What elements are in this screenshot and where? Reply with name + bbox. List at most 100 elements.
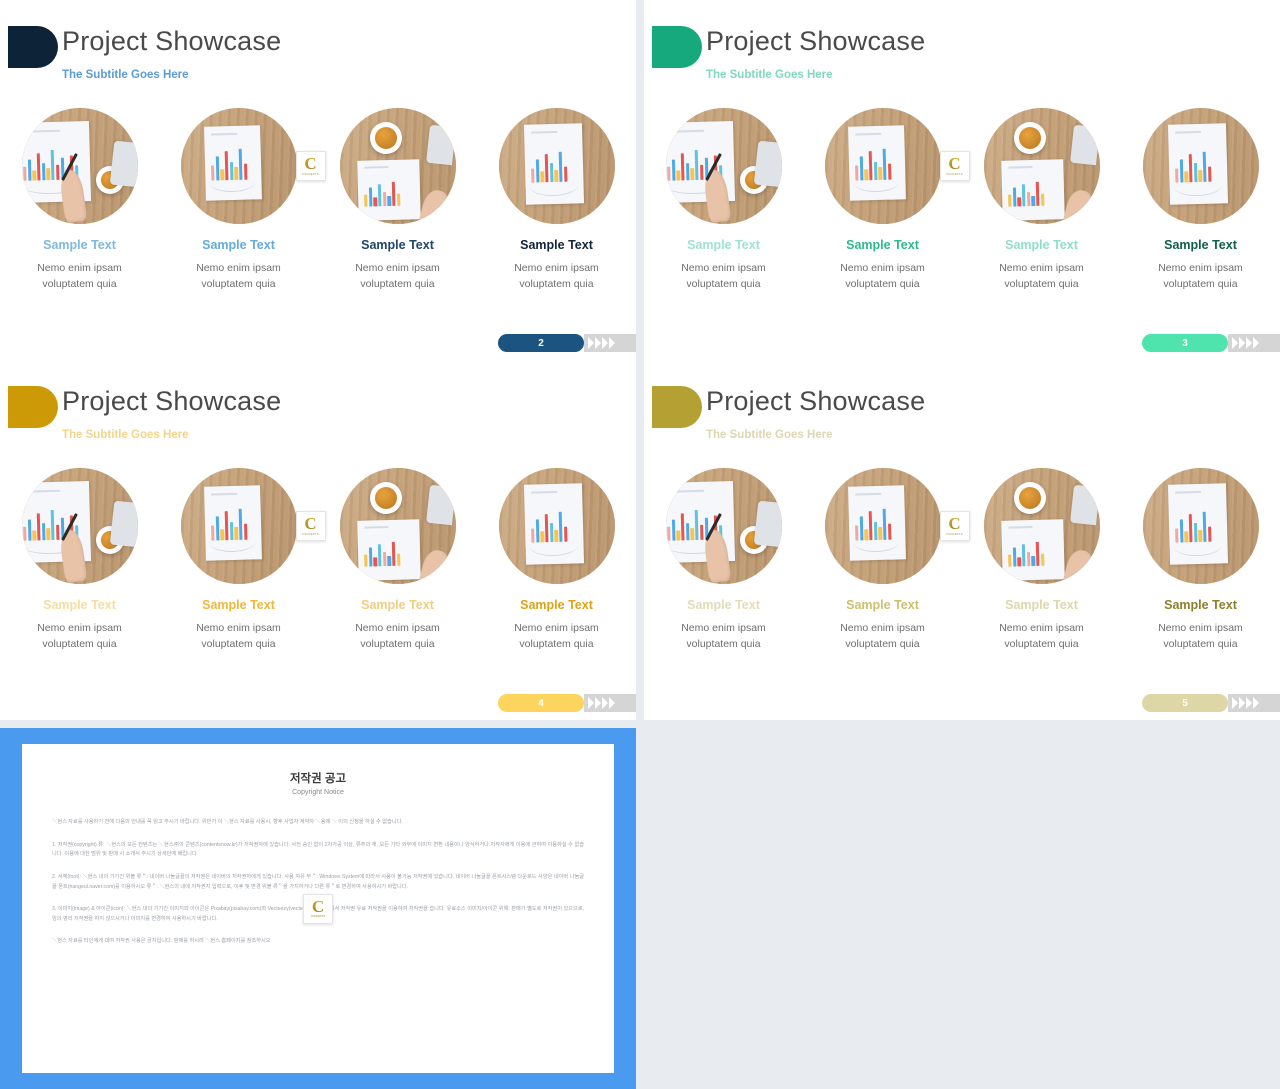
desc-line-1: Nemo enim ipsam	[37, 262, 122, 274]
brand-logo-badge: C CONCEPTS	[939, 151, 970, 181]
page-title: Project Showcase	[62, 26, 282, 56]
brand-logo-badge: C CONCEPTS	[939, 511, 970, 541]
desc-line-2: voluptatem quia	[1004, 638, 1079, 651]
item-description: Nemo enim ipsam voluptatem quia	[1130, 260, 1272, 293]
page-number-badge: 5	[1142, 694, 1228, 712]
slide-thumbnail-3[interactable]: Project Showcase The Subtitle Goes Here …	[644, 0, 1280, 360]
desc-line-2: voluptatem quia	[201, 278, 276, 291]
page-subtitle: The Subtitle Goes Here	[62, 69, 189, 81]
desc-line-2: voluptatem quia	[519, 278, 594, 291]
slide-thumbnail-4[interactable]: Project Showcase The Subtitle Goes Here …	[0, 360, 636, 720]
showcase-item[interactable]: Sample Text Nemo enim ipsam voluptatem q…	[971, 468, 1113, 653]
chevron-decoration-icon	[1228, 694, 1280, 712]
item-description: Nemo enim ipsam voluptatem quia	[168, 260, 310, 293]
photo-desk-coffee	[339, 468, 456, 584]
desc-line-1: Nemo enim ipsam	[355, 622, 440, 634]
brand-logo-badge: C CONCEPTS	[295, 511, 326, 541]
copyright-title-en: Copyright Notice	[292, 789, 344, 796]
showcase-items-row: Sample Text Nemo enim ipsam voluptatem q…	[0, 468, 636, 653]
desc-line-2: voluptatem quia	[686, 278, 761, 291]
page-title: Project Showcase	[62, 386, 282, 416]
desc-line-2: voluptatem quia	[1004, 278, 1079, 291]
item-label: Sample Text	[1005, 238, 1078, 252]
photo-desk-chart-hand	[665, 468, 782, 584]
showcase-item[interactable]: Sample Text Nemo enim ipsam voluptatem q…	[971, 108, 1113, 293]
desc-line-2: voluptatem quia	[845, 638, 920, 651]
copyright-document: 저작권 공고 Copyright Notice ＼현스 자료를 사용하기 전에 …	[22, 744, 614, 1073]
desc-line-2: voluptatem quia	[519, 638, 594, 651]
photo-desk-chart-paper	[180, 108, 297, 224]
desc-line-1: Nemo enim ipsam	[681, 622, 766, 634]
copyright-title-ko: 저작권 공고	[289, 773, 347, 785]
logo-wordmark: CONCEPTS	[302, 532, 319, 536]
item-description: Nemo enim ipsam voluptatem quia	[327, 620, 469, 653]
desc-line-1: Nemo enim ipsam	[514, 622, 599, 634]
photo-desk-chart-paper	[824, 108, 941, 224]
showcase-items-row: Sample Text Nemo enim ipsam voluptatem q…	[644, 108, 1280, 293]
desc-line-1: Nemo enim ipsam	[1158, 262, 1243, 274]
item-description: Nemo enim ipsam voluptatem quia	[486, 620, 628, 653]
desc-line-2: voluptatem quia	[360, 278, 435, 291]
photo-desk-chart-plain	[1142, 108, 1259, 224]
showcase-item[interactable]: Sample Text Nemo enim ipsam voluptatem q…	[168, 468, 326, 653]
photo-desk-chart-paper	[824, 468, 941, 584]
desc-line-2: voluptatem quia	[845, 278, 920, 291]
slide-header: Project Showcase The Subtitle Goes Here	[0, 0, 636, 92]
page-subtitle: The Subtitle Goes Here	[706, 69, 833, 81]
desc-line-1: Nemo enim ipsam	[999, 622, 1084, 634]
item-description: Nemo enim ipsam voluptatem quia	[168, 620, 310, 653]
showcase-item[interactable]: Sample Text Nemo enim ipsam voluptatem q…	[9, 108, 151, 293]
showcase-item[interactable]: Sample Text Nemo enim ipsam voluptatem q…	[327, 108, 469, 293]
logo-wordmark: CONCEPTS	[302, 172, 319, 176]
copyright-paragraph: ＼현스 자료를 타인에게 대여 저작권 사용은 금지입니다. 판매를 하시려 ＼…	[52, 938, 271, 945]
slide-header: Project Showcase The Subtitle Goes Here	[644, 360, 1280, 452]
desc-line-1: Nemo enim ipsam	[1158, 622, 1243, 634]
showcase-item[interactable]: Sample Text Nemo enim ipsam voluptatem q…	[168, 108, 326, 293]
desc-line-2: voluptatem quia	[42, 638, 117, 651]
item-label: Sample Text	[361, 238, 434, 252]
showcase-item[interactable]: Sample Text Nemo enim ipsam voluptatem q…	[812, 108, 970, 293]
copyright-paragraph: 2. 서체(font): ＼현스 내의 기기간 위블 류＂: 네이버 나눔글꼴의…	[52, 873, 584, 890]
desc-line-1: Nemo enim ipsam	[37, 622, 122, 634]
showcase-item[interactable]: Sample Text Nemo enim ipsam voluptatem q…	[653, 108, 795, 293]
photo-desk-chart-hand	[21, 108, 138, 224]
item-description: Nemo enim ipsam voluptatem quia	[1130, 620, 1272, 653]
item-description: Nemo enim ipsam voluptatem quia	[812, 260, 954, 293]
item-description: Nemo enim ipsam voluptatem quia	[9, 260, 151, 293]
item-description: Nemo enim ipsam voluptatem quia	[486, 260, 628, 293]
copyright-body: ＼현스 자료를 사용하기 전에 다음의 안내를 꼭 읽고 주시기 바랍니다. 위…	[52, 818, 584, 947]
showcase-item[interactable]: Sample Text Nemo enim ipsam voluptatem q…	[653, 468, 795, 653]
photo-desk-coffee	[339, 108, 456, 224]
item-label: Sample Text	[846, 238, 919, 252]
showcase-items-row: Sample Text Nemo enim ipsam voluptatem q…	[0, 108, 636, 293]
page-title: Project Showcase	[706, 386, 926, 416]
showcase-item[interactable]: Sample Text Nemo enim ipsam voluptatem q…	[1130, 468, 1272, 653]
desc-line-1: Nemo enim ipsam	[196, 262, 281, 274]
showcase-items-row: Sample Text Nemo enim ipsam voluptatem q…	[644, 468, 1280, 653]
slide-header: Project Showcase The Subtitle Goes Here	[0, 360, 636, 452]
logo-letter: C	[304, 514, 317, 534]
item-label: Sample Text	[846, 598, 919, 612]
showcase-item[interactable]: Sample Text Nemo enim ipsam voluptatem q…	[486, 468, 628, 653]
slide-thumbnail-5[interactable]: Project Showcase The Subtitle Goes Here …	[644, 360, 1280, 720]
item-description: Nemo enim ipsam voluptatem quia	[812, 620, 954, 653]
item-label: Sample Text	[520, 598, 593, 612]
item-label: Sample Text	[687, 598, 760, 612]
showcase-item[interactable]: Sample Text Nemo enim ipsam voluptatem q…	[486, 108, 628, 293]
item-label: Sample Text	[202, 598, 275, 612]
item-label: Sample Text	[361, 598, 434, 612]
showcase-item[interactable]: Sample Text Nemo enim ipsam voluptatem q…	[9, 468, 151, 653]
slide-footer: 5	[644, 694, 1280, 712]
copyright-notice-slide[interactable]: 저작권 공고 Copyright Notice ＼현스 자료를 사용하기 전에 …	[0, 728, 636, 1089]
slide-thumbnail-2[interactable]: Project Showcase The Subtitle Goes Here …	[0, 0, 636, 360]
slide-footer: 4	[0, 694, 636, 712]
showcase-item[interactable]: Sample Text Nemo enim ipsam voluptatem q…	[1130, 108, 1272, 293]
slide-header: Project Showcase The Subtitle Goes Here	[644, 0, 1280, 92]
desc-line-1: Nemo enim ipsam	[999, 262, 1084, 274]
showcase-item[interactable]: Sample Text Nemo enim ipsam voluptatem q…	[812, 468, 970, 653]
desc-line-2: voluptatem quia	[201, 638, 276, 651]
brand-logo-badge: C CONCEPTS	[303, 893, 333, 924]
item-label: Sample Text	[1164, 238, 1237, 252]
showcase-item[interactable]: Sample Text Nemo enim ipsam voluptatem q…	[327, 468, 469, 653]
desc-line-2: voluptatem quia	[1163, 278, 1238, 291]
